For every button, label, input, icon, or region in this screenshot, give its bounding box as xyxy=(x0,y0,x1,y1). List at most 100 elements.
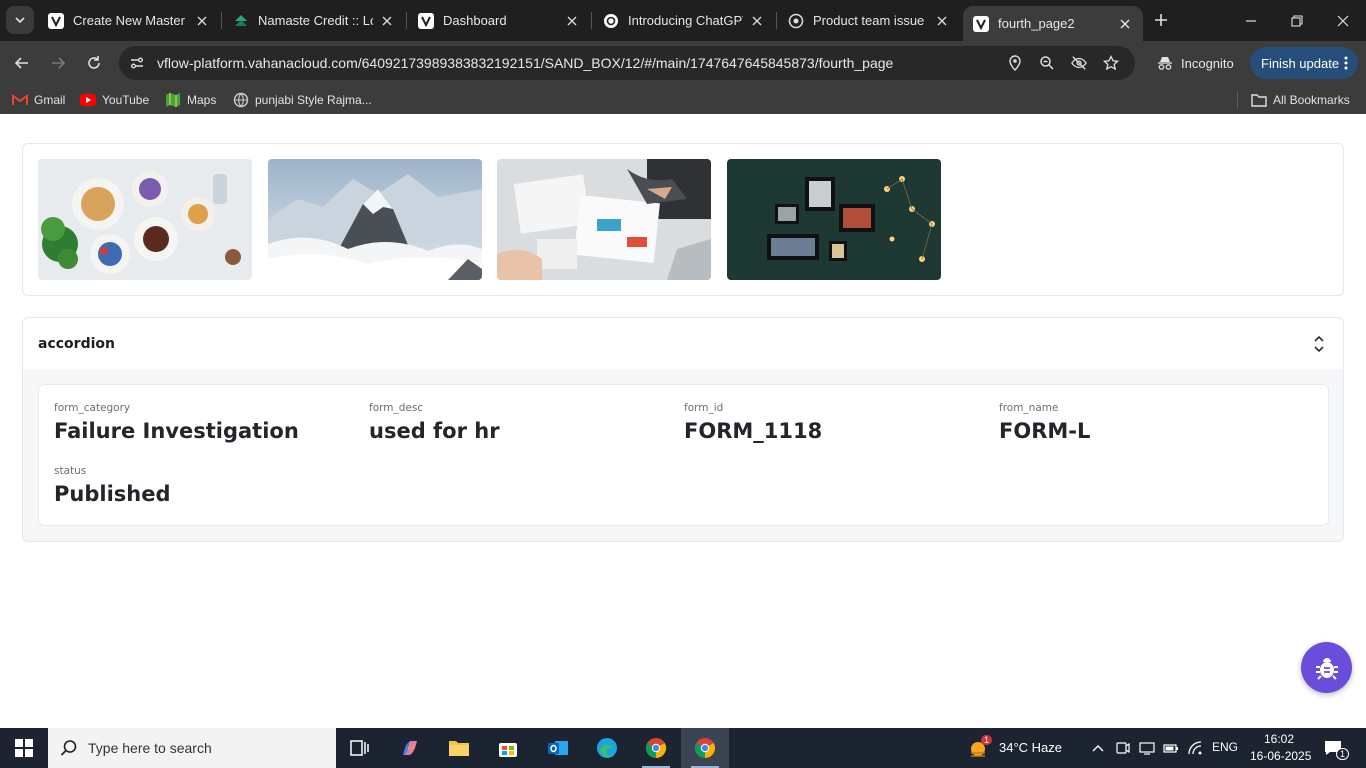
tab-divider xyxy=(406,12,407,29)
outlook-button[interactable] xyxy=(534,728,582,768)
bookmarks-bar: Gmail YouTube Maps punjabi Style Rajma..… xyxy=(0,85,1366,114)
location-pin-icon[interactable] xyxy=(1007,55,1023,71)
tab-search-button[interactable] xyxy=(6,6,34,34)
field-label: from_name xyxy=(999,402,1059,414)
tab-namaste-credit[interactable]: Namaste Credit :: Login xyxy=(223,0,405,41)
close-icon[interactable] xyxy=(934,13,950,29)
close-icon[interactable] xyxy=(749,13,765,29)
microsoft-store-button[interactable] xyxy=(484,728,532,768)
chevron-up-icon[interactable] xyxy=(1090,740,1106,756)
restore-icon xyxy=(1291,14,1303,27)
restore-button[interactable] xyxy=(1274,0,1320,41)
gallery-image-frames[interactable] xyxy=(727,159,941,280)
tab-fourth-page2[interactable]: fourth_page2 xyxy=(963,6,1143,41)
forward-button[interactable] xyxy=(44,49,72,77)
bookmark-gmail[interactable]: Gmail xyxy=(12,91,65,109)
meet-now-icon[interactable] xyxy=(1115,740,1131,756)
tab-create-new-master-page[interactable]: Create New Master Page xyxy=(38,0,220,41)
field-value: FORM-L xyxy=(999,419,1091,443)
chrome-icon xyxy=(645,738,667,759)
address-bar[interactable]: vflow-platform.vahanacloud.com/640921739… xyxy=(119,46,1135,80)
close-window-button[interactable] xyxy=(1320,0,1366,41)
edge-button[interactable] xyxy=(583,728,631,768)
finish-update-button[interactable]: Finish update xyxy=(1250,47,1358,79)
file-explorer-button[interactable] xyxy=(435,728,483,768)
close-icon[interactable] xyxy=(564,13,580,29)
url-text: vflow-platform.vahanacloud.com/640921739… xyxy=(157,55,894,71)
tab-product-team-issue[interactable]: Product team issue xyxy=(778,0,960,41)
wifi-icon[interactable] xyxy=(1187,740,1203,756)
field-form-category: form_category Failure Investigation xyxy=(54,402,299,443)
chrome-button[interactable] xyxy=(632,728,680,768)
tab-introducing-chatgpt[interactable]: Introducing ChatGPT xyxy=(593,0,775,41)
star-icon[interactable] xyxy=(1103,55,1119,71)
field-label: form_id xyxy=(684,402,724,414)
reload-button[interactable] xyxy=(80,49,108,77)
gallery-image-documents[interactable] xyxy=(497,159,711,280)
field-value: Failure Investigation xyxy=(54,419,299,443)
field-value: used for hr xyxy=(369,419,500,443)
close-icon[interactable] xyxy=(379,13,395,29)
zoom-icon[interactable] xyxy=(1039,55,1055,71)
tab-dashboard[interactable]: Dashboard xyxy=(408,0,590,41)
bug-report-button[interactable] xyxy=(1301,642,1352,693)
task-view-button[interactable] xyxy=(336,728,384,768)
bookmark-youtube[interactable]: YouTube xyxy=(80,91,149,109)
more-vert-icon xyxy=(1344,56,1348,70)
gallery-image-breakfast[interactable] xyxy=(38,159,252,280)
field-label: status xyxy=(54,465,87,477)
outlook-icon xyxy=(548,741,568,755)
back-button[interactable] xyxy=(8,49,36,77)
windows-taskbar: Type here to search 1 34°C Haze ENG 16:0… xyxy=(0,728,1366,768)
bookmarks-divider xyxy=(1237,91,1238,109)
all-bookmarks[interactable]: All Bookmarks xyxy=(1251,91,1350,109)
folder-icon xyxy=(1251,92,1267,108)
close-icon[interactable] xyxy=(1117,16,1133,32)
tab-title: Product team issue xyxy=(813,13,925,28)
windows-logo-icon xyxy=(15,739,33,757)
bug-icon xyxy=(1315,657,1338,680)
field-from-name: from_name FORM-L xyxy=(999,402,1090,443)
namaste-credit-icon xyxy=(233,13,249,29)
gmail-icon xyxy=(12,92,28,108)
site-settings-icon[interactable] xyxy=(129,55,145,71)
display-icon[interactable] xyxy=(1139,740,1155,756)
incognito-icon xyxy=(1158,57,1172,70)
new-tab-button[interactable] xyxy=(1150,9,1172,31)
chatgpt-icon xyxy=(603,13,619,29)
search-icon xyxy=(60,740,77,756)
vflow-v-icon xyxy=(48,12,64,29)
tab-title: Introducing ChatGPT xyxy=(628,13,743,28)
accordion-title: accordion xyxy=(38,336,115,352)
bookmark-punjabi-rajma[interactable]: punjabi Style Rajma... xyxy=(233,91,372,109)
incognito-indicator[interactable]: Incognito xyxy=(1147,47,1246,79)
taskbar-search-box[interactable]: Type here to search xyxy=(48,728,336,768)
expand-collapse-icon[interactable] xyxy=(1310,333,1328,355)
page-content: accordion form_category Failure Investig… xyxy=(0,121,1366,728)
close-icon[interactable] xyxy=(194,13,210,29)
accordion-header[interactable]: accordion xyxy=(23,318,1343,369)
folder-icon xyxy=(449,741,469,756)
minimize-icon xyxy=(1246,19,1256,22)
browser-tab-strip: Create New Master Page Namaste Credit ::… xyxy=(0,0,1366,41)
vflow-v-icon xyxy=(418,12,434,29)
clock-date[interactable]: 16-06-2025 xyxy=(1250,749,1311,763)
minimize-button[interactable] xyxy=(1228,0,1274,41)
field-value: Published xyxy=(54,482,171,506)
chrome-incognito-button[interactable] xyxy=(681,728,729,768)
copilot-button[interactable] xyxy=(386,728,434,768)
bookmark-maps[interactable]: Maps xyxy=(165,91,216,109)
task-view-icon xyxy=(350,740,369,756)
tab-title: Create New Master Page xyxy=(73,13,188,28)
gallery-image-mountain[interactable] xyxy=(268,159,482,280)
clock-time[interactable]: 16:02 xyxy=(1264,732,1294,746)
bookmark-label: YouTube xyxy=(102,93,150,107)
language-indicator[interactable]: ENG xyxy=(1212,740,1238,754)
field-status: status Published xyxy=(54,465,171,506)
battery-icon[interactable] xyxy=(1163,740,1179,756)
store-icon xyxy=(499,743,517,757)
start-button[interactable] xyxy=(0,728,48,768)
eye-off-icon[interactable] xyxy=(1071,55,1087,71)
image-gallery xyxy=(22,143,1344,296)
weather-text[interactable]: 34°C Haze xyxy=(999,740,1062,755)
